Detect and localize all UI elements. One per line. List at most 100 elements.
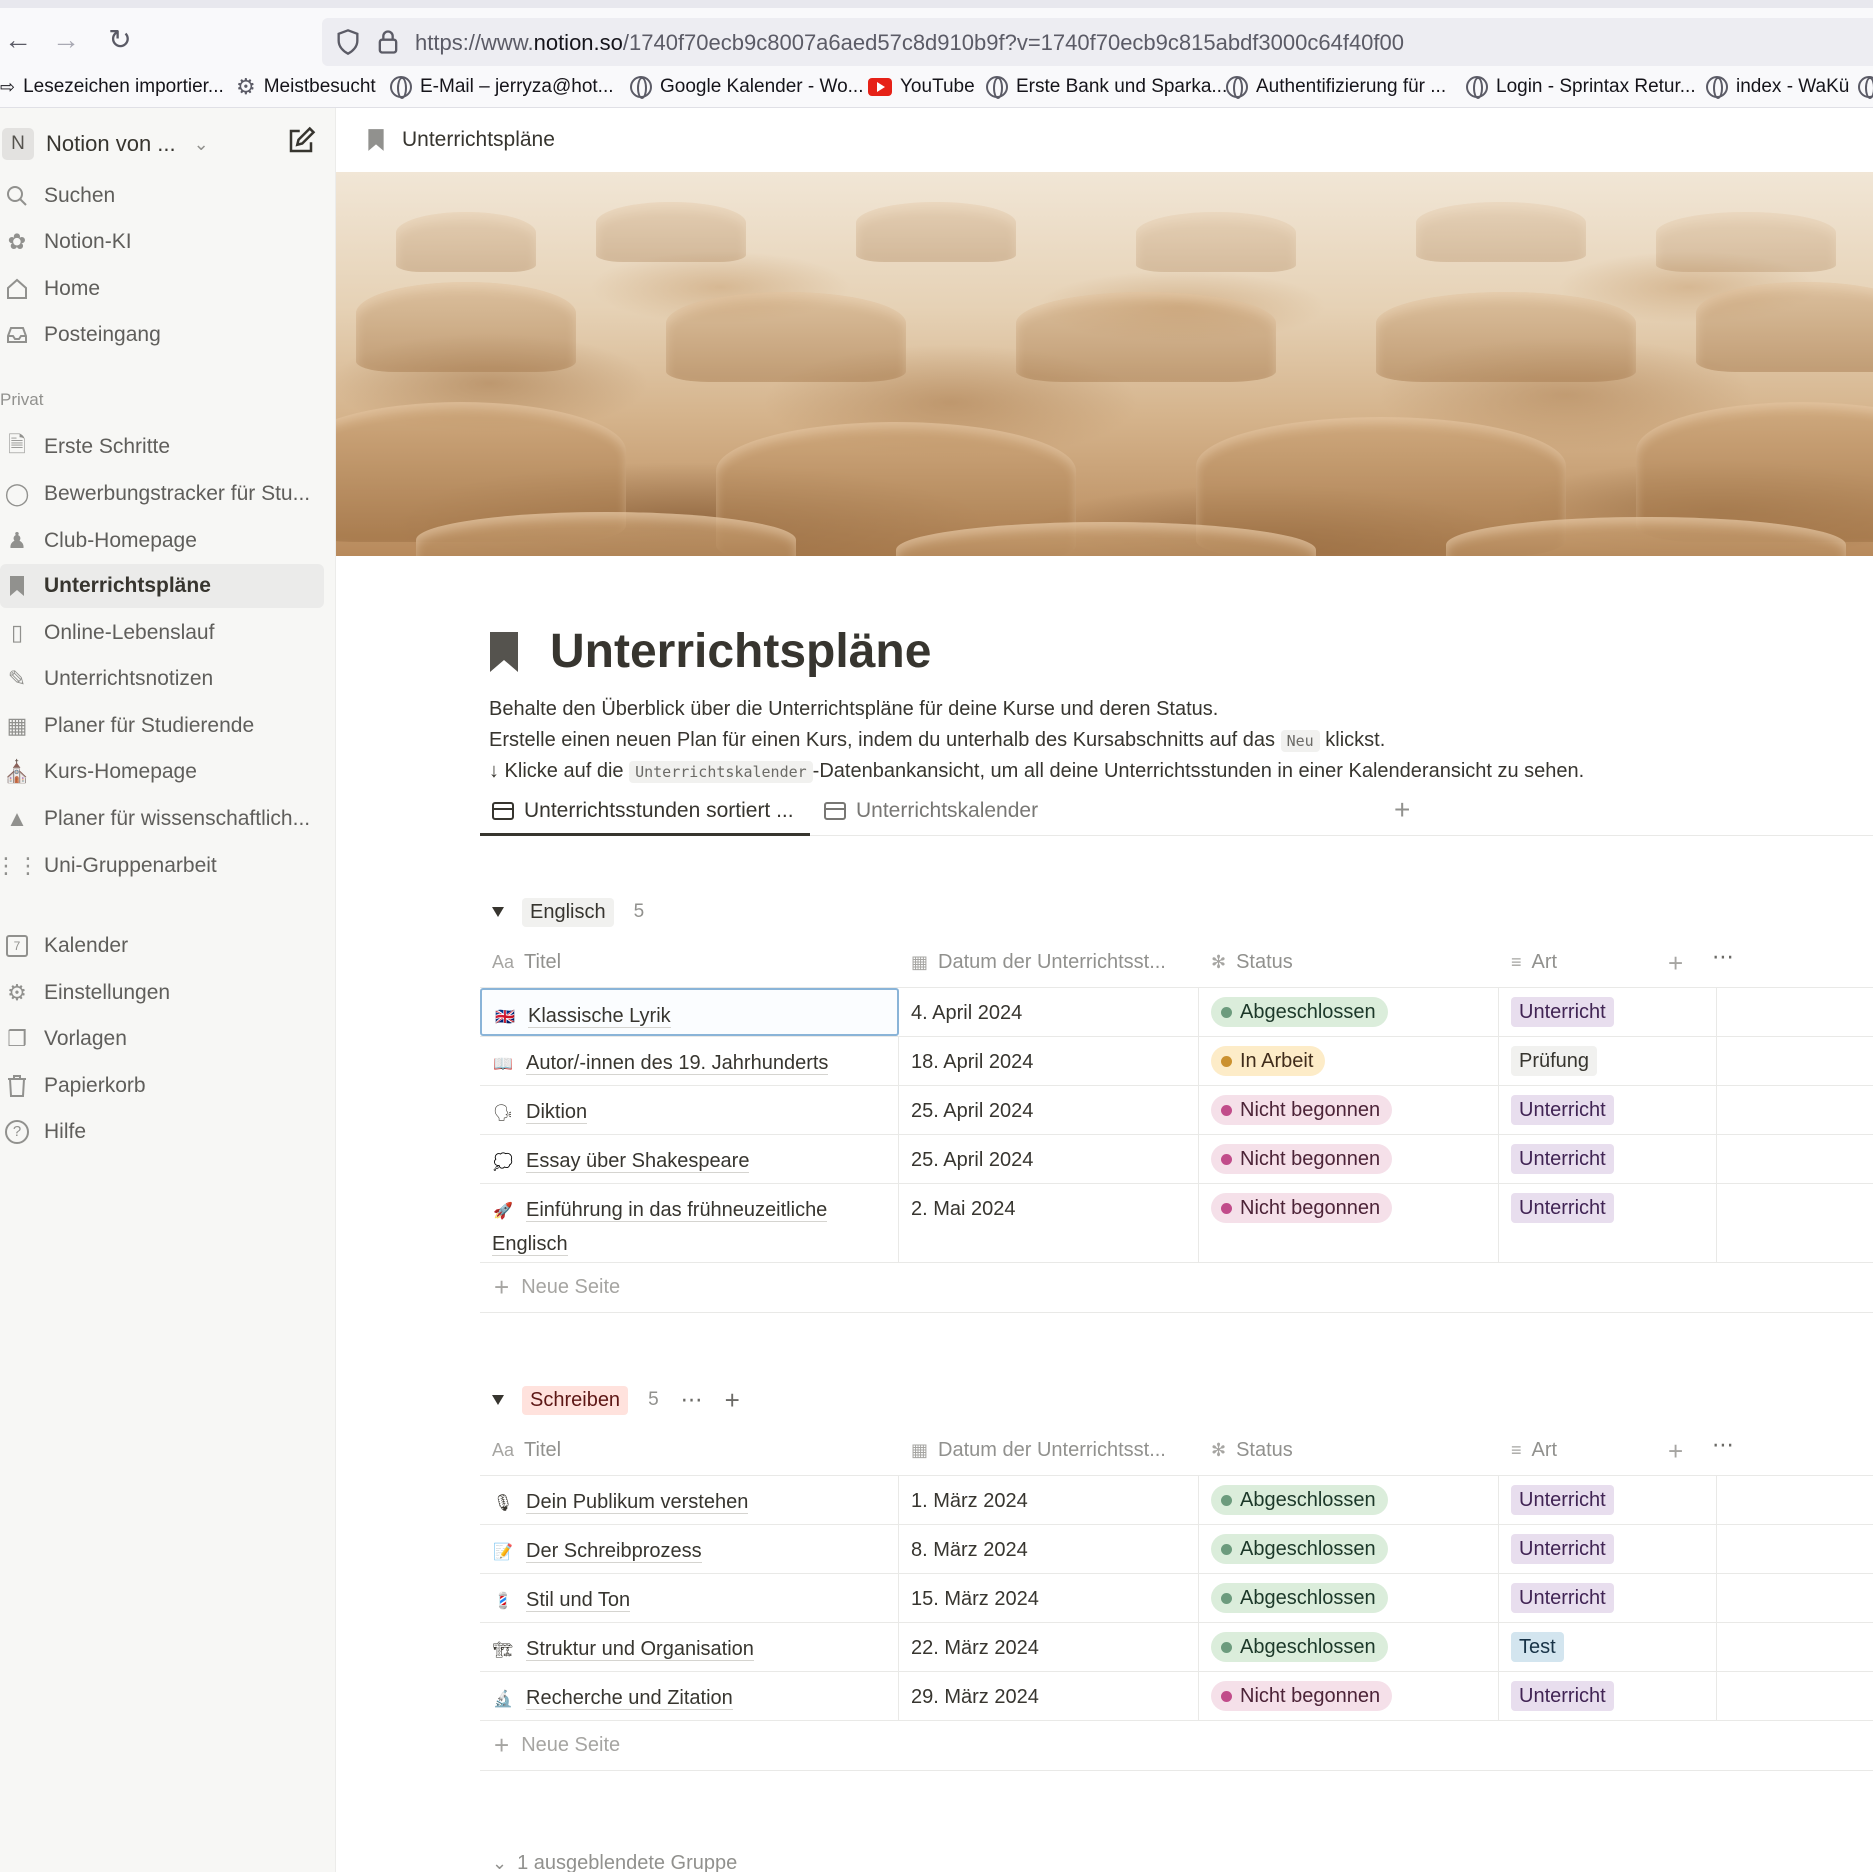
type-cell[interactable]: Unterricht bbox=[1499, 1672, 1717, 1720]
column-status[interactable]: ✻ Status bbox=[1211, 936, 1293, 988]
forward-icon[interactable]: → bbox=[48, 22, 84, 58]
date-cell[interactable]: 15. März 2024 bbox=[899, 1574, 1199, 1622]
url-text[interactable]: https://www.notion.so/1740f70ecb9c8007a6… bbox=[415, 30, 1404, 56]
sidebar-item-planer-wissenschaftlich[interactable]: ▲ Planer für wissenschaftlich... bbox=[0, 797, 324, 841]
sidebar-item-erste-schritte[interactable]: 🗎 Erste Schritte bbox=[0, 425, 324, 469]
date-cell[interactable]: 4. April 2024 bbox=[899, 988, 1199, 1036]
lock-icon[interactable] bbox=[374, 28, 402, 56]
bookmark-meistbesucht[interactable]: ⚙ Meistbesucht bbox=[236, 72, 376, 102]
title-cell[interactable]: 🎙 Dein Publikum verstehen bbox=[480, 1476, 899, 1524]
column-datum[interactable]: ▦ Datum der Unterrichtsst... bbox=[911, 936, 1166, 988]
table-row[interactable]: 📖 Autor/-innen des 19. Jahrhunderts 18. A… bbox=[480, 1037, 1873, 1086]
sidebar-item-einstellungen[interactable]: ⚙ Einstellungen bbox=[0, 971, 324, 1015]
type-cell[interactable]: Unterricht bbox=[1499, 1135, 1717, 1183]
title-cell[interactable]: 📝 Der Schreibprozess bbox=[480, 1525, 899, 1573]
tab-unterrichtsstunden[interactable]: Unterrichtsstunden sortiert ... bbox=[480, 788, 810, 836]
bookmark-erste-bank[interactable]: Erste Bank und Sparka... bbox=[986, 72, 1227, 102]
status-cell[interactable]: Abgeschlossen bbox=[1199, 1525, 1499, 1573]
hidden-groups-toggle[interactable]: ⌄ 1 ausgeblendete Gruppe bbox=[492, 1852, 737, 1872]
table-row[interactable]: 💭 Essay über Shakespeare 25. April 2024 N… bbox=[480, 1135, 1873, 1184]
type-cell[interactable]: Test bbox=[1499, 1623, 1717, 1671]
sidebar-item-club-homepage[interactable]: ♟ Club-Homepage bbox=[0, 519, 324, 563]
bookmark-google-kalender[interactable]: Google Kalender - Wo... bbox=[630, 72, 863, 102]
sidebar-item-kurs-homepage[interactable]: ⛪ Kurs-Homepage bbox=[0, 750, 324, 794]
back-icon[interactable]: ← bbox=[0, 22, 36, 58]
date-cell[interactable]: 1. März 2024 bbox=[899, 1476, 1199, 1524]
table-row[interactable]: 🇬🇧 Klassische Lyrik 4. April 2024 Abgesch… bbox=[480, 988, 1873, 1037]
title-cell[interactable]: 📖 Autor/-innen des 19. Jahrhunderts bbox=[480, 1037, 899, 1085]
sidebar-item-unterrichtsplaene[interactable]: Unterrichtspläne bbox=[0, 564, 324, 608]
bookmark-waku[interactable]: index - WaKü bbox=[1706, 72, 1849, 102]
bookmark-sprintax[interactable]: Login - Sprintax Retur... bbox=[1466, 72, 1696, 102]
sidebar-item-notion-ki[interactable]: ✿ Notion-KI bbox=[0, 220, 324, 264]
table-row[interactable]: 🗣 Diktion 25. April 2024 Nicht begonnen U… bbox=[480, 1086, 1873, 1135]
sidebar-item-kalender[interactable]: 7 Kalender bbox=[0, 924, 324, 968]
date-cell[interactable]: 2. Mai 2024 bbox=[899, 1184, 1199, 1262]
column-art[interactable]: ≡ Art bbox=[1511, 936, 1557, 988]
bookmark-overflow[interactable] bbox=[1858, 72, 1873, 102]
add-property-icon[interactable]: + bbox=[1668, 1436, 1683, 1467]
group-add-icon[interactable]: + bbox=[725, 1385, 740, 1416]
title-cell[interactable]: 💭 Essay über Shakespeare bbox=[480, 1135, 899, 1183]
page-title[interactable]: Unterrichtspläne bbox=[488, 624, 931, 679]
cover-image[interactable] bbox=[336, 172, 1873, 556]
title-cell[interactable]: 🗣 Diktion bbox=[480, 1086, 899, 1134]
title-cell[interactable]: 🇬🇧 Klassische Lyrik bbox=[480, 988, 899, 1036]
sidebar-item-posteingang[interactable]: Posteingang bbox=[0, 313, 324, 357]
column-datum[interactable]: ▦ Datum der Unterrichtsst... bbox=[911, 1424, 1166, 1476]
type-cell[interactable]: Unterricht bbox=[1499, 1184, 1717, 1262]
status-cell[interactable]: In Arbeit bbox=[1199, 1037, 1499, 1085]
title-cell[interactable]: 🚀 Einführung in das frühneuzeitliche Engl… bbox=[480, 1184, 899, 1262]
date-cell[interactable]: 22. März 2024 bbox=[899, 1623, 1199, 1671]
sidebar-item-planer-studierende[interactable]: ▦ Planer für Studierende bbox=[0, 704, 324, 748]
table-row[interactable]: 🎙 Dein Publikum verstehen 1. März 2024 Ab… bbox=[480, 1476, 1873, 1525]
title-cell[interactable]: 💈 Stil und Ton bbox=[480, 1574, 899, 1622]
title-cell[interactable]: 🏗 Struktur und Organisation bbox=[480, 1623, 899, 1671]
table-row[interactable]: 🚀 Einführung in das frühneuzeitliche Engl… bbox=[480, 1184, 1873, 1263]
type-cell[interactable]: Unterricht bbox=[1499, 1476, 1717, 1524]
status-cell[interactable]: Nicht begonnen bbox=[1199, 1672, 1499, 1720]
sidebar-item-bewerbungstracker[interactable]: ◯ Bewerbungstracker für Stu... bbox=[0, 472, 324, 516]
tab-unterrichtskalender[interactable]: Unterrichtskalender bbox=[824, 788, 1038, 834]
column-status[interactable]: ✻ Status bbox=[1211, 1424, 1293, 1476]
status-cell[interactable]: Nicht begonnen bbox=[1199, 1086, 1499, 1134]
date-cell[interactable]: 25. April 2024 bbox=[899, 1086, 1199, 1134]
group-header-englisch[interactable]: Englisch 5 bbox=[492, 895, 644, 929]
sidebar-item-unterrichtsnotizen[interactable]: ✎ Unterrichtsnotizen bbox=[0, 657, 324, 701]
reload-icon[interactable]: ↻ bbox=[102, 22, 138, 58]
type-cell[interactable]: Unterricht bbox=[1499, 1086, 1717, 1134]
more-icon[interactable]: ⋯ bbox=[1712, 1432, 1735, 1458]
add-property-icon[interactable]: + bbox=[1668, 948, 1683, 979]
status-cell[interactable]: Abgeschlossen bbox=[1199, 1476, 1499, 1524]
status-cell[interactable]: Nicht begonnen bbox=[1199, 1135, 1499, 1183]
bookmark-email[interactable]: E-Mail – jerryza@hot... bbox=[390, 72, 614, 102]
date-cell[interactable]: 18. April 2024 bbox=[899, 1037, 1199, 1085]
status-cell[interactable]: Abgeschlossen bbox=[1199, 1574, 1499, 1622]
bookmark-youtube[interactable]: YouTube bbox=[868, 72, 975, 102]
table-row[interactable]: 🏗 Struktur und Organisation 22. März 2024… bbox=[480, 1623, 1873, 1672]
table-row[interactable]: 💈 Stil und Ton 15. März 2024 Abgeschlosse… bbox=[480, 1574, 1873, 1623]
type-cell[interactable]: Unterricht bbox=[1499, 1574, 1717, 1622]
breadcrumb-page[interactable]: Unterrichtspläne bbox=[402, 128, 555, 152]
new-page-icon[interactable] bbox=[286, 126, 316, 156]
date-cell[interactable]: 8. März 2024 bbox=[899, 1525, 1199, 1573]
column-art[interactable]: ≡ Art bbox=[1511, 1424, 1557, 1476]
sidebar-item-hilfe[interactable]: ? Hilfe bbox=[0, 1110, 324, 1154]
sidebar-item-vorlagen[interactable]: ❒ Vorlagen bbox=[0, 1017, 324, 1061]
more-icon[interactable]: ⋯ bbox=[1712, 944, 1735, 970]
sidebar-item-uni-gruppenarbeit[interactable]: ⋮⋮ Uni-Gruppenarbeit bbox=[0, 844, 324, 888]
new-page-button[interactable]: + Neue Seite bbox=[480, 1721, 1873, 1771]
group-header-schreiben[interactable]: Schreiben 5 ⋯ + bbox=[492, 1383, 740, 1417]
column-titel[interactable]: Aa Titel bbox=[492, 936, 561, 988]
sidebar-item-online-lebenslauf[interactable]: ▯ Online-Lebenslauf bbox=[0, 611, 324, 655]
sidebar-item-home[interactable]: Home bbox=[0, 267, 324, 311]
type-cell[interactable]: Unterricht bbox=[1499, 988, 1717, 1036]
date-cell[interactable]: 29. März 2024 bbox=[899, 1672, 1199, 1720]
table-row[interactable]: 📝 Der Schreibprozess 8. März 2024 Abgesch… bbox=[480, 1525, 1873, 1574]
status-cell[interactable]: Abgeschlossen bbox=[1199, 988, 1499, 1036]
page-bookmark-icon[interactable] bbox=[488, 630, 520, 674]
table-row[interactable]: 🔬 Recherche und Zitation 29. März 2024 Ni… bbox=[480, 1672, 1873, 1721]
status-cell[interactable]: Abgeschlossen bbox=[1199, 1623, 1499, 1671]
date-cell[interactable]: 25. April 2024 bbox=[899, 1135, 1199, 1183]
add-view-icon[interactable]: + bbox=[1394, 794, 1410, 826]
